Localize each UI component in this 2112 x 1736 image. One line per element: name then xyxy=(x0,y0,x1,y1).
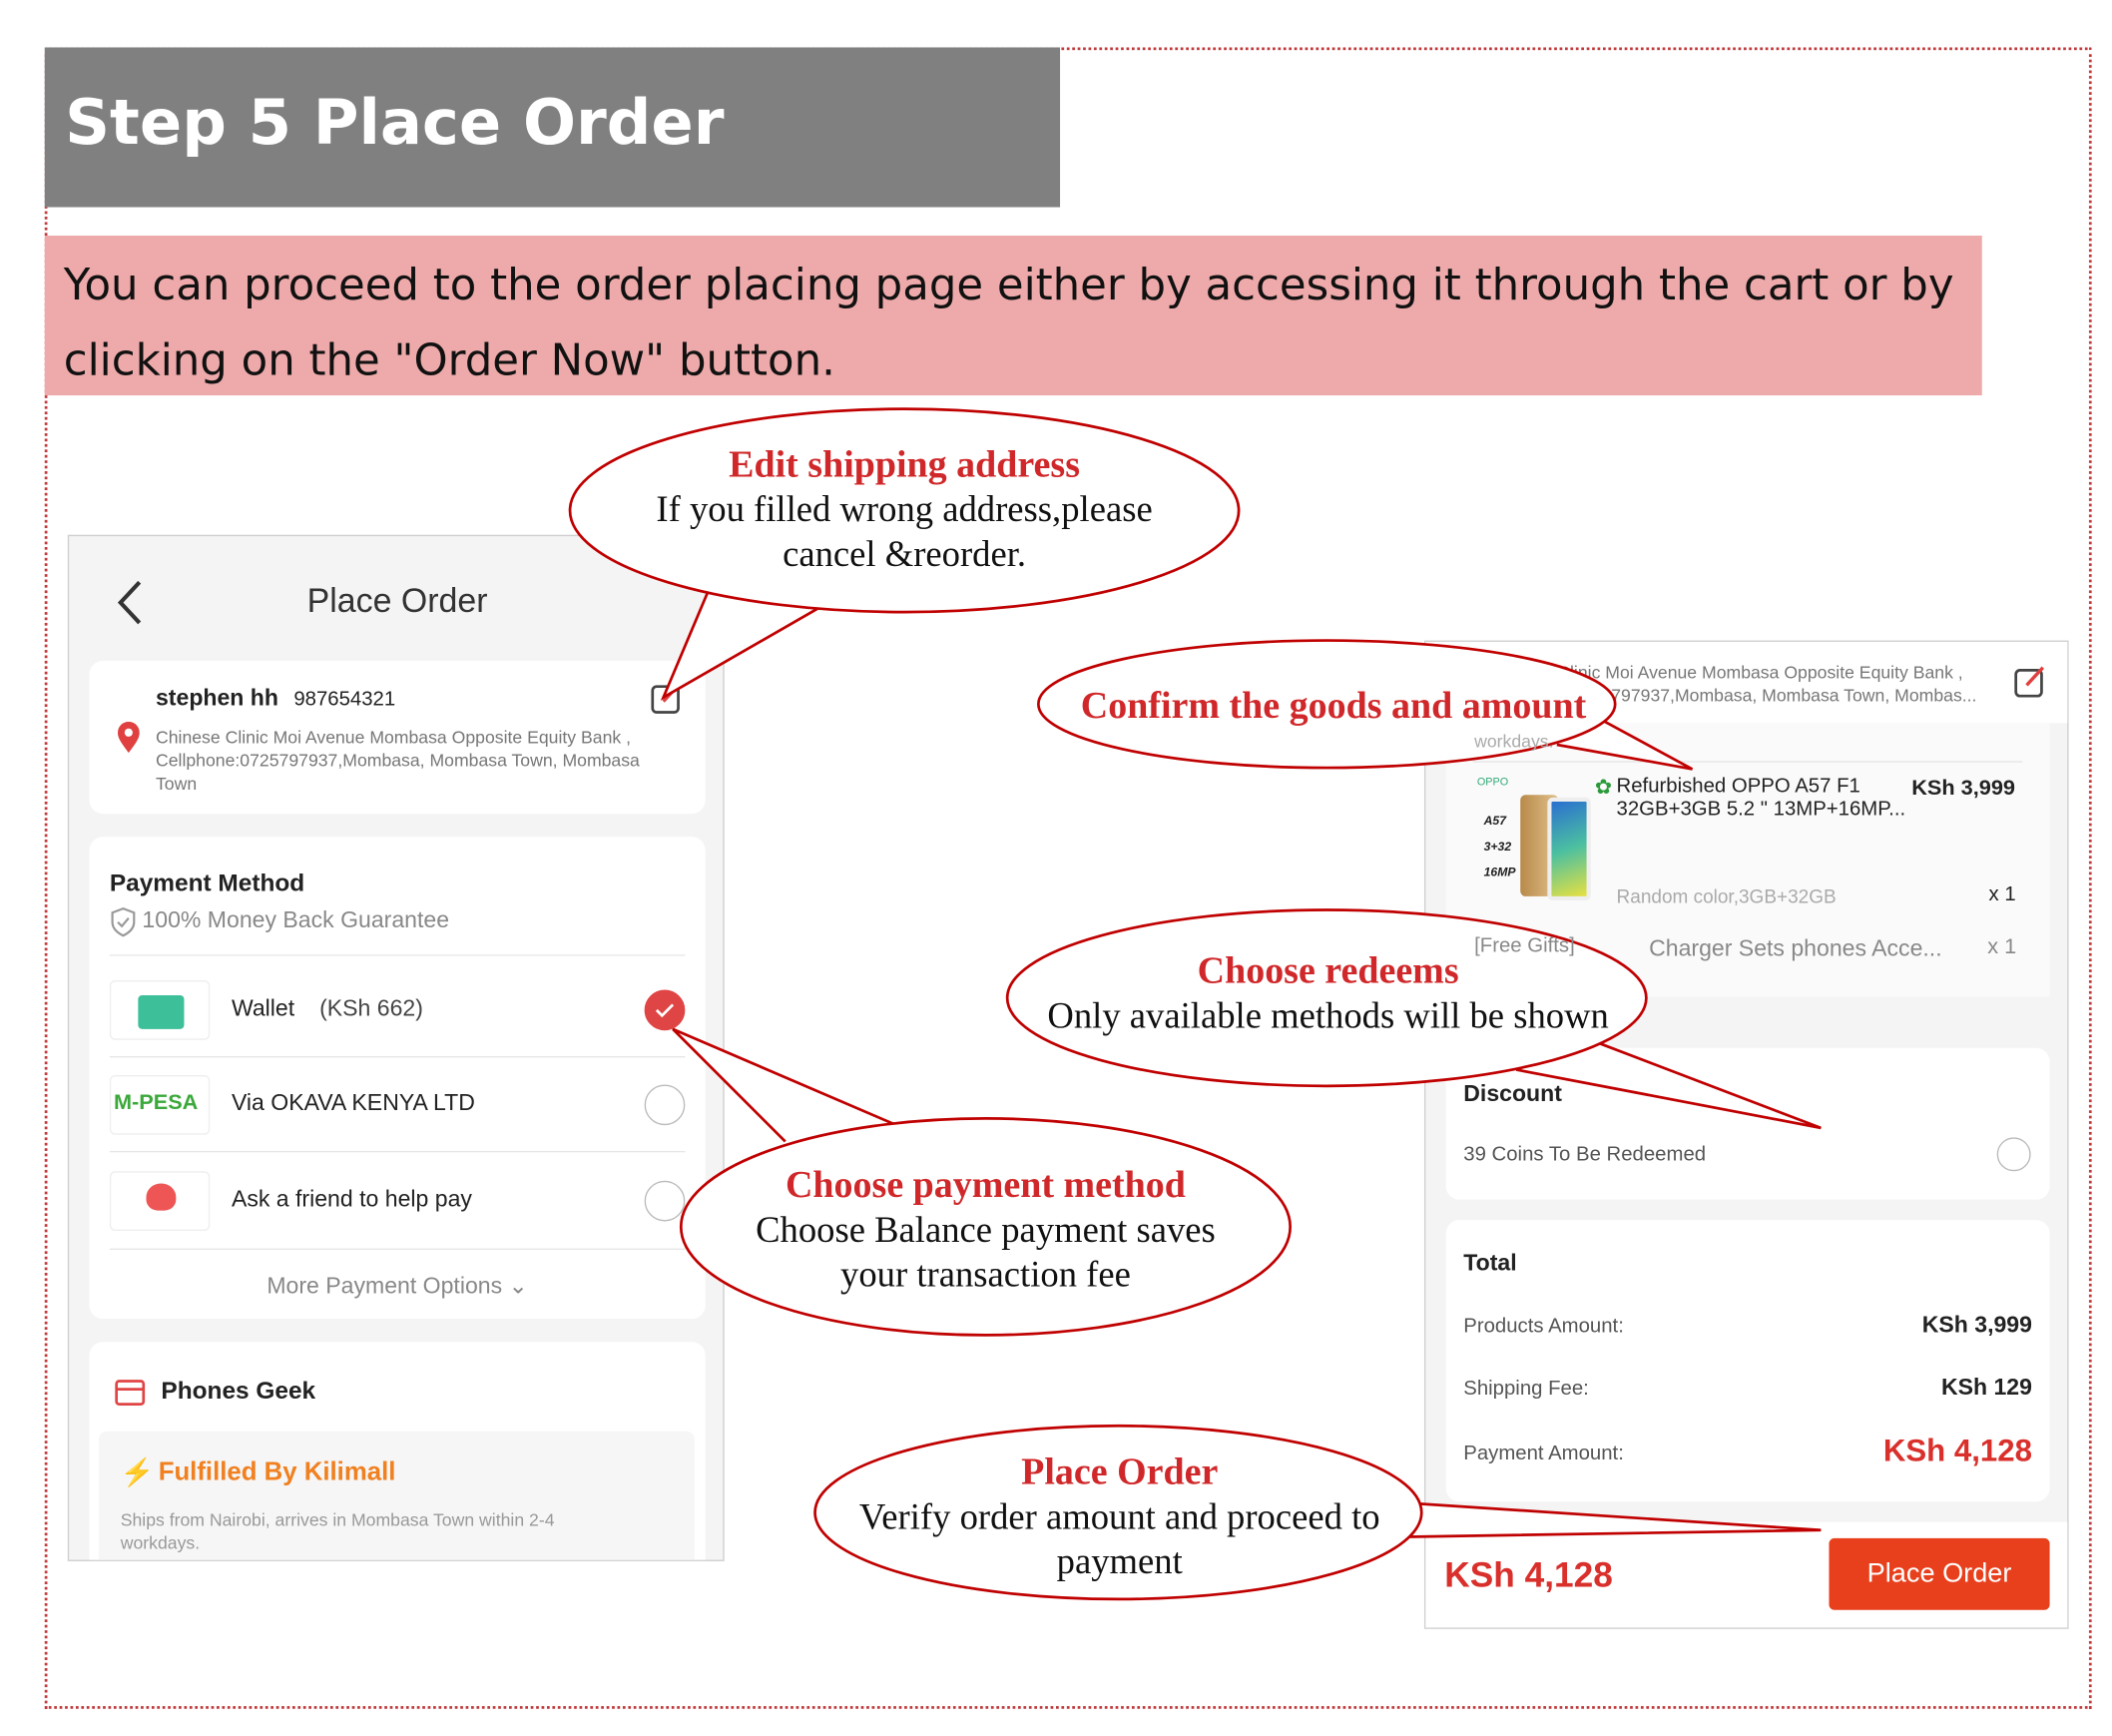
callout-redeems: Choose redeems Only available methods wil… xyxy=(1047,950,1609,1036)
callout-tail xyxy=(1407,1501,1822,1538)
callout-payment-method: Choose payment method Choose Balance paym… xyxy=(756,1164,1216,1295)
callout-confirm-goods: Confirm the goods and amount xyxy=(1080,685,1587,728)
free-gifts-label: [Free Gifts] xyxy=(1474,933,1575,957)
callout-place-order: Place Order Verify order amount and proce… xyxy=(858,1451,1380,1582)
workdays-text: workdays. xyxy=(1474,731,1554,752)
callout-tail xyxy=(672,1027,894,1143)
callout-edit-address: Edit shipping address If you filled wrong… xyxy=(656,443,1153,575)
